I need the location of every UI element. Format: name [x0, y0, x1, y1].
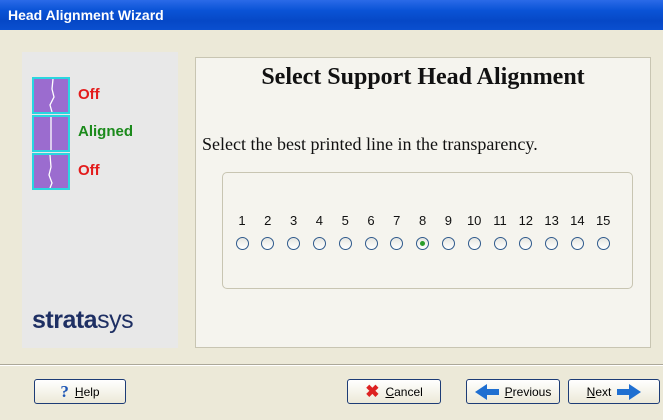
- heading-container: Select Support Head Alignment: [195, 64, 651, 91]
- option-number-label: 13: [544, 213, 559, 228]
- option-number-label: 12: [518, 213, 534, 228]
- option-number-label: 9: [444, 213, 452, 228]
- x-icon: ✖: [365, 381, 380, 401]
- option-number-label: 1: [238, 213, 246, 228]
- right-arrow-icon: [617, 383, 642, 400]
- option-number-label: 3: [289, 213, 298, 228]
- option-number-label: 14: [570, 213, 585, 228]
- left-arrow-icon: [474, 383, 499, 400]
- line-option-radio[interactable]: [467, 237, 481, 250]
- instruction-text: Select the best printed line in the tran…: [202, 134, 538, 154]
- logo-regular-text: sys: [97, 306, 134, 334]
- option-number-label: 8: [418, 213, 427, 228]
- line-option-radio[interactable]: [493, 237, 507, 250]
- alignment-indicator-off-icon: [32, 153, 70, 190]
- indicator-label-middle: Aligned: [78, 123, 133, 140]
- line-option-radio[interactable]: [338, 237, 352, 250]
- option-number-label: 2: [264, 213, 272, 228]
- separator-highlight: [0, 365, 663, 366]
- option-number-label: 7: [393, 213, 401, 228]
- help-button-label: Help: [74, 384, 100, 399]
- logo-bold-text: strata: [32, 306, 98, 334]
- option-number-label: 10: [466, 213, 482, 228]
- window-title: Head Alignment Wizard: [8, 7, 164, 23]
- cancel-button-label: Cancel: [385, 384, 423, 399]
- option-number-label: 11: [493, 213, 507, 228]
- option-number-label: 4: [315, 213, 323, 228]
- line-option-radio[interactable]: [312, 237, 326, 250]
- indicator-label-bottom: Off: [78, 162, 100, 179]
- option-number-label: 6: [367, 213, 375, 228]
- alignment-indicator-off-icon: [32, 77, 70, 114]
- help-button[interactable]: ? Help: [34, 379, 126, 404]
- line-option-radio[interactable]: [545, 237, 559, 250]
- page-heading: Select Support Head Alignment: [261, 64, 585, 90]
- line-option-radio[interactable]: [287, 237, 301, 250]
- option-number-label: 5: [341, 213, 349, 228]
- cancel-button[interactable]: ✖ Cancel: [347, 379, 441, 404]
- next-button-label: Next: [586, 384, 612, 399]
- alignment-indicator-aligned-icon: [32, 115, 70, 152]
- previous-button-label: Previous: [504, 384, 552, 399]
- line-option-radio[interactable]: [570, 237, 584, 250]
- next-button[interactable]: Next: [568, 379, 660, 404]
- line-option-radio[interactable]: [235, 237, 249, 250]
- previous-button[interactable]: Previous: [466, 379, 560, 404]
- line-option-radio[interactable]: [441, 237, 455, 250]
- stratasys-logo: stratasys: [32, 306, 134, 335]
- line-option-radio[interactable]: [364, 237, 378, 250]
- line-option-radio[interactable]: [416, 237, 430, 250]
- indicator-label-top: Off: [78, 86, 100, 103]
- line-option-radio[interactable]: [596, 237, 610, 250]
- line-selection-group: [222, 172, 633, 289]
- title-bar: Head Alignment Wizard: [0, 0, 663, 30]
- question-mark-icon: ?: [60, 381, 69, 401]
- option-number-label: 15: [595, 213, 611, 228]
